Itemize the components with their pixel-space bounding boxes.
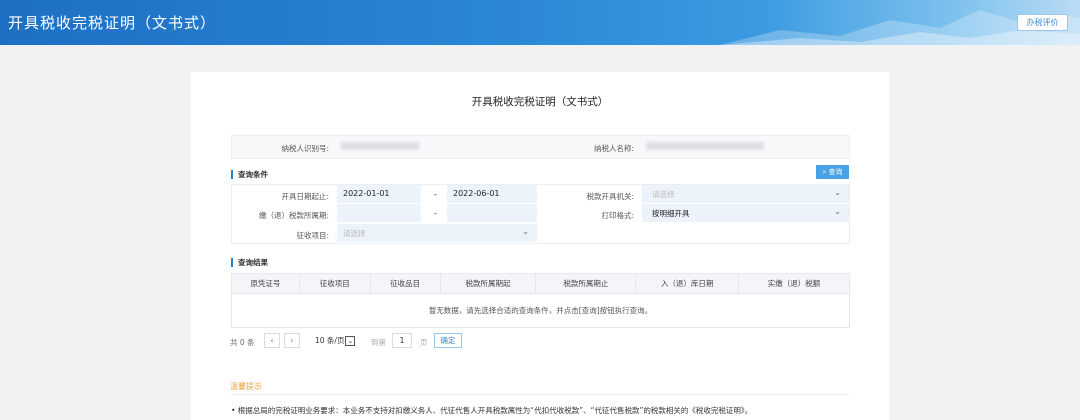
chevron-down-icon: ⌄ [345, 335, 356, 346]
collection-item-select[interactable]: 请选择 ⌄ [337, 224, 537, 242]
results-table: 原凭证号 征收项目 征收品目 税款所属期起 税款所属期止 入（退）库日期 实缴（… [231, 273, 850, 328]
col-header: 原凭证号 [231, 273, 300, 294]
col-header: 税款所属期止 [535, 273, 637, 294]
chevron-right-icon: › [290, 336, 294, 345]
page-title: 开具税收完税证明（文书式） [471, 96, 609, 108]
tax-office-label: 税款开具机关: [586, 192, 634, 201]
goto-label: 到第 [371, 338, 386, 347]
tax-office-placeholder: 请选择 [652, 190, 675, 199]
chevron-left-icon: ‹ [270, 336, 274, 345]
print-format-label: 打印格式: [601, 211, 634, 220]
chevron-down-icon: ⌄ [522, 227, 529, 236]
goto-page-value: 1 [399, 336, 405, 345]
goto-page-input[interactable]: 1 [392, 333, 412, 348]
print-format-value: 按明细开具 [652, 209, 690, 218]
issue-date-from-value: 2022-01-01 [343, 189, 390, 198]
search-button-label: 查询 [828, 168, 843, 176]
header-title: 开具税收完税证明（文书式） [8, 14, 217, 32]
collection-item-label: 征收项目: [296, 231, 329, 240]
tips-text: • 根据总局的完税证明业务要求：本业务不支持对扣缴义务人、代征代售人开具税款属性… [231, 406, 753, 415]
top-header: 开具税收完税证明（文书式） 办税评价 [0, 0, 1080, 45]
empty-message: 暂无数据，请先选择合适的查询条件，并点击[查询]按钮执行查询。 [231, 293, 850, 328]
prev-page-button[interactable]: ‹ [264, 333, 280, 348]
taxpayer-id-label: 纳税人识别号: [281, 144, 329, 153]
results-section-title: 查询结果 [231, 258, 268, 267]
query-section-title: 查询条件 [231, 170, 268, 179]
page-size-select[interactable]: 10 条/页 ⌄ [312, 333, 358, 348]
tips-title: 温馨提示 [230, 382, 262, 391]
taxpayer-name-label: 纳税人名称: [593, 144, 634, 153]
print-format-select[interactable]: 按明细开具 ⌄ [642, 204, 849, 222]
col-header: 征收项目 [298, 273, 371, 294]
empty-row: 暂无数据，请先选择合适的查询条件，并点击[查询]按钮执行查询。 [231, 293, 850, 328]
period-from-input[interactable] [337, 204, 421, 222]
issue-date-to-input[interactable]: 2022-06-01 [447, 185, 537, 203]
search-icon: ⌕ [822, 167, 827, 176]
taxpayer-name-value-blurred [646, 142, 764, 150]
period-to-input[interactable] [447, 204, 537, 222]
tax-office-select[interactable]: 请选择 ⌄ [642, 185, 849, 203]
period-separator: - [434, 209, 437, 218]
search-button[interactable]: ⌕ 查询 [816, 165, 849, 179]
issue-date-to-value: 2022-06-01 [453, 189, 500, 198]
evaluation-button[interactable]: 办税评价 [1017, 14, 1068, 31]
total-count: 共 0 条 [230, 338, 255, 347]
chevron-down-icon: ⌄ [834, 188, 841, 197]
confirm-page-button[interactable]: 确定 [434, 333, 462, 348]
issue-date-from-input[interactable]: 2022-01-01 [337, 185, 421, 203]
next-page-button[interactable]: › [284, 333, 300, 348]
col-header: 入（退）库日期 [635, 273, 740, 294]
confirm-label: 确定 [440, 336, 456, 345]
issue-date-label: 开具日期起止: [281, 192, 329, 201]
page-unit-label: 页 [420, 338, 428, 347]
taxpayer-id-value-blurred [341, 142, 419, 150]
col-header: 税款所属期起 [439, 273, 537, 294]
results-header-row: 原凭证号 征收项目 征收品目 税款所属期起 税款所属期止 入（退）库日期 实缴（… [231, 273, 850, 294]
collection-item-placeholder: 请选择 [343, 229, 366, 238]
chevron-down-icon: ⌄ [834, 207, 841, 216]
page-size-value: 10 条/页 [315, 336, 345, 345]
period-label: 缴（退）税款所属期: [258, 211, 329, 220]
col-header: 实缴（退）税额 [738, 273, 850, 294]
tips-divider [230, 394, 850, 395]
col-header: 征收品目 [369, 273, 441, 294]
issue-date-separator: - [434, 190, 437, 199]
main-card: 开具税收完税证明（文书式） 纳税人识别号: 纳税人名称: 查询条件 ⌕ 查询 开… [191, 72, 889, 420]
